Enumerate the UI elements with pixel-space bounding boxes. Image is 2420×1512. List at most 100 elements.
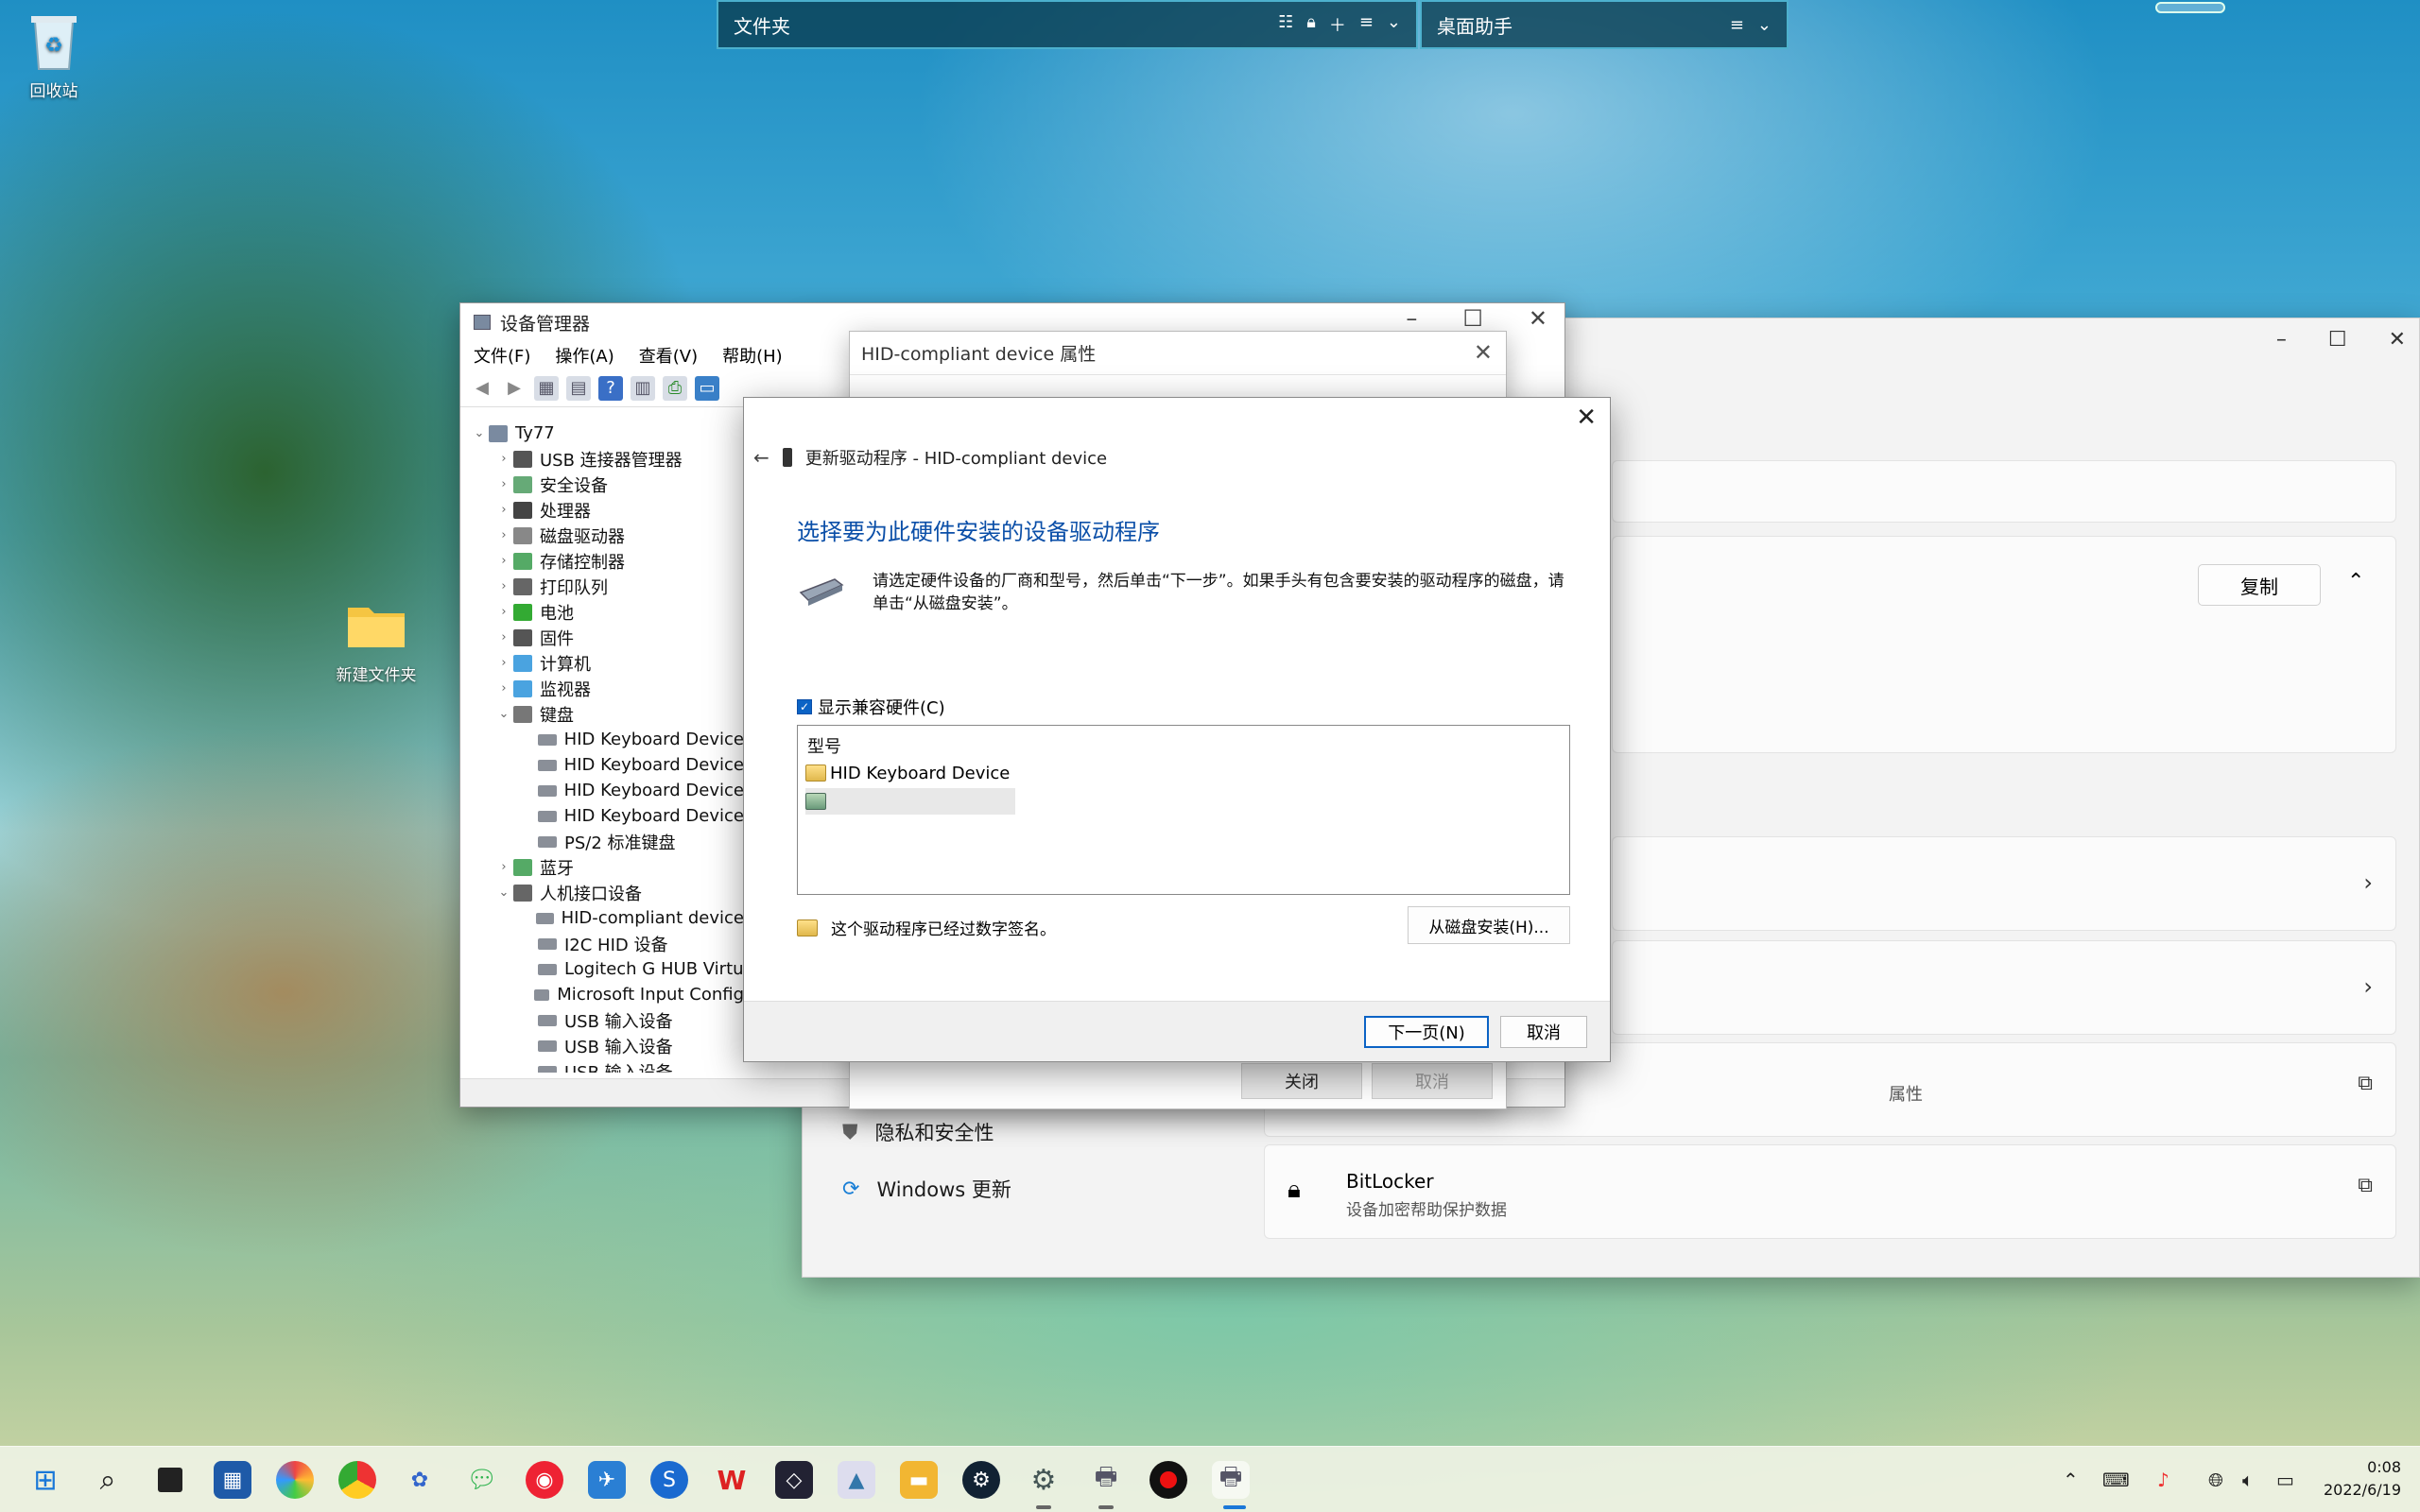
column-header-model[interactable]: 型号: [807, 733, 841, 758]
copy-button[interactable]: 复制: [2198, 564, 2321, 606]
menu-icon[interactable]: ≡: [1730, 15, 1744, 35]
tray-chevron-icon[interactable]: ⌃: [2063, 1447, 2079, 1512]
monitor-icon[interactable]: ▭: [695, 375, 719, 401]
chevron-up-icon[interactable]: ⌃: [2347, 570, 2364, 593]
tree-item[interactable]: USB 输入设备: [460, 1033, 744, 1058]
tree-item[interactable]: Microsoft Input Config: [460, 982, 744, 1007]
tree-view-icon[interactable]: ▦: [534, 375, 559, 401]
next-button[interactable]: 下一页(N): [1364, 1016, 1489, 1048]
task-view-icon[interactable]: [151, 1461, 189, 1499]
top-handle[interactable]: [2155, 2, 2225, 13]
chevron-down-icon[interactable]: ⌄: [1757, 15, 1772, 35]
device-manager-taskbar-icon[interactable]: 🖶︎: [1087, 1461, 1125, 1499]
wps-icon[interactable]: W: [713, 1461, 751, 1499]
fence-folder[interactable]: 文件夹 ☷ 🔒︎ ＋ ≡ ⌄: [717, 0, 1418, 49]
list-icon[interactable]: ☷: [1278, 12, 1293, 37]
tree-item[interactable]: › 电池: [460, 599, 744, 625]
show-compatible-checkbox[interactable]: ✓ 显示兼容硬件(C): [797, 695, 945, 719]
expand-icon[interactable]: ›: [494, 452, 513, 466]
close-icon[interactable]: ✕: [1576, 404, 1597, 432]
cancel-button[interactable]: 取消: [1372, 1063, 1493, 1099]
help-icon[interactable]: ?: [598, 375, 623, 401]
tree-item[interactable]: › 安全设备: [460, 472, 744, 497]
tree-item[interactable]: › USB 连接器管理器: [460, 446, 744, 472]
tree-item[interactable]: › 打印队列: [460, 574, 744, 599]
list-item[interactable]: HID Keyboard Device: [805, 760, 1010, 786]
menu-file[interactable]: 文件(F): [474, 343, 530, 368]
record-icon[interactable]: [1150, 1461, 1187, 1499]
expand-icon[interactable]: ›: [494, 503, 513, 517]
back-arrow-icon[interactable]: ←: [753, 446, 769, 469]
ime-icon[interactable]: ⌨: [2102, 1447, 2130, 1512]
image-viewer-icon[interactable]: ▲: [838, 1461, 875, 1499]
plus-icon[interactable]: ＋: [1329, 12, 1346, 37]
tree-item[interactable]: ⌄ Ty77: [460, 421, 744, 446]
tree-item[interactable]: ⌄ 键盘: [460, 701, 744, 727]
chevron-down-icon[interactable]: ⌄: [1387, 12, 1401, 37]
tree-item[interactable]: Logitech G HUB Virtu: [460, 956, 744, 982]
close-icon[interactable]: ✕: [1529, 305, 1547, 332]
cancel-button[interactable]: 取消: [1500, 1016, 1587, 1048]
maximize-icon[interactable]: ☐: [1462, 305, 1483, 332]
tree-item[interactable]: PS/2 标准键盘: [460, 829, 744, 854]
tree-item[interactable]: HID Keyboard Device: [460, 752, 744, 778]
new-folder-desktop-icon[interactable]: 新建文件夹: [324, 595, 428, 685]
expand-icon[interactable]: ›: [494, 477, 513, 491]
fence-desktop-assistant[interactable]: 桌面助手 ≡ ⌄: [1420, 0, 1789, 49]
close-icon[interactable]: ✕: [2389, 328, 2406, 352]
expand-icon[interactable]: ›: [494, 605, 513, 619]
steam-icon[interactable]: ⚙︎: [962, 1461, 1000, 1499]
recycle-bin-desktop-icon[interactable]: ♻ 回收站: [2, 11, 106, 101]
minimize-icon[interactable]: –: [2276, 328, 2287, 352]
file-explorer-icon[interactable]: ▬: [900, 1461, 938, 1499]
volume-icon[interactable]: 🔈︎: [2242, 1447, 2254, 1512]
list-item[interactable]: [805, 788, 1015, 815]
maximize-icon[interactable]: ☐: [2328, 328, 2347, 352]
tree-item[interactable]: HID-compliant device: [460, 905, 744, 931]
unity-icon[interactable]: ◇: [775, 1461, 813, 1499]
close-icon[interactable]: ✕: [1474, 339, 1493, 366]
tree-item[interactable]: › 计算机: [460, 650, 744, 676]
tree-item[interactable]: › 存储控制器: [460, 548, 744, 574]
tree-item[interactable]: ⌄ 人机接口设备: [460, 880, 744, 905]
tray-app-icon[interactable]: ♪: [2157, 1447, 2169, 1512]
tree-item[interactable]: HID Keyboard Device: [460, 803, 744, 829]
nav-privacy-security[interactable]: ⛊ 隐私和安全性: [842, 1118, 994, 1146]
store-icon[interactable]: ▦: [214, 1461, 251, 1499]
tree-item[interactable]: › 处理器: [460, 497, 744, 523]
search-icon[interactable]: ⌕: [89, 1461, 127, 1499]
app-icon[interactable]: ✿: [401, 1461, 439, 1499]
driver-update-taskbar-icon[interactable]: 🖶︎: [1212, 1461, 1250, 1499]
expand-icon[interactable]: ›: [494, 579, 513, 593]
color-picker-icon[interactable]: [276, 1461, 314, 1499]
close-button[interactable]: 关闭: [1241, 1063, 1362, 1099]
start-icon[interactable]: ⊞: [26, 1461, 64, 1499]
tree-item[interactable]: USB 输入设备: [460, 1007, 744, 1033]
collapse-icon[interactable]: ⌄: [494, 885, 513, 900]
expand-icon[interactable]: ›: [494, 528, 513, 542]
settings-card[interactable]: ›: [1612, 836, 2396, 931]
scan-hardware-icon[interactable]: ⎙: [663, 375, 687, 401]
tree-item[interactable]: › 监视器: [460, 676, 744, 701]
tree-item[interactable]: › 固件: [460, 625, 744, 650]
collapse-icon[interactable]: ⌄: [494, 707, 513, 721]
tree-item[interactable]: HID Keyboard Device: [460, 727, 744, 752]
expand-icon[interactable]: ›: [494, 656, 513, 670]
app-icon[interactable]: S: [650, 1461, 688, 1499]
bitlocker-card[interactable]: 🔒︎ BitLocker 设备加密帮助保护数据 ⧉: [1264, 1144, 2396, 1239]
netease-music-icon[interactable]: ◉: [526, 1461, 563, 1499]
collapse-icon[interactable]: ⌄: [470, 426, 489, 440]
have-disk-button[interactable]: 从磁盘安装(H)...: [1408, 906, 1570, 944]
expand-icon[interactable]: ›: [494, 681, 513, 696]
menu-help[interactable]: 帮助(H): [722, 343, 783, 368]
tree-item[interactable]: › 磁盘驱动器: [460, 523, 744, 548]
lock-icon[interactable]: 🔒︎: [1306, 12, 1316, 37]
details-icon[interactable]: ▥: [631, 375, 655, 401]
wechat-icon[interactable]: 💬︎: [463, 1461, 501, 1499]
expand-icon[interactable]: ›: [494, 860, 513, 874]
nav-windows-update[interactable]: ⟳ Windows 更新: [842, 1175, 1011, 1203]
feishu-icon[interactable]: ✈︎: [588, 1461, 626, 1499]
menu-action[interactable]: 操作(A): [555, 343, 614, 368]
tree-item[interactable]: I2C HID 设备: [460, 931, 744, 956]
minimize-icon[interactable]: –: [1406, 305, 1417, 332]
